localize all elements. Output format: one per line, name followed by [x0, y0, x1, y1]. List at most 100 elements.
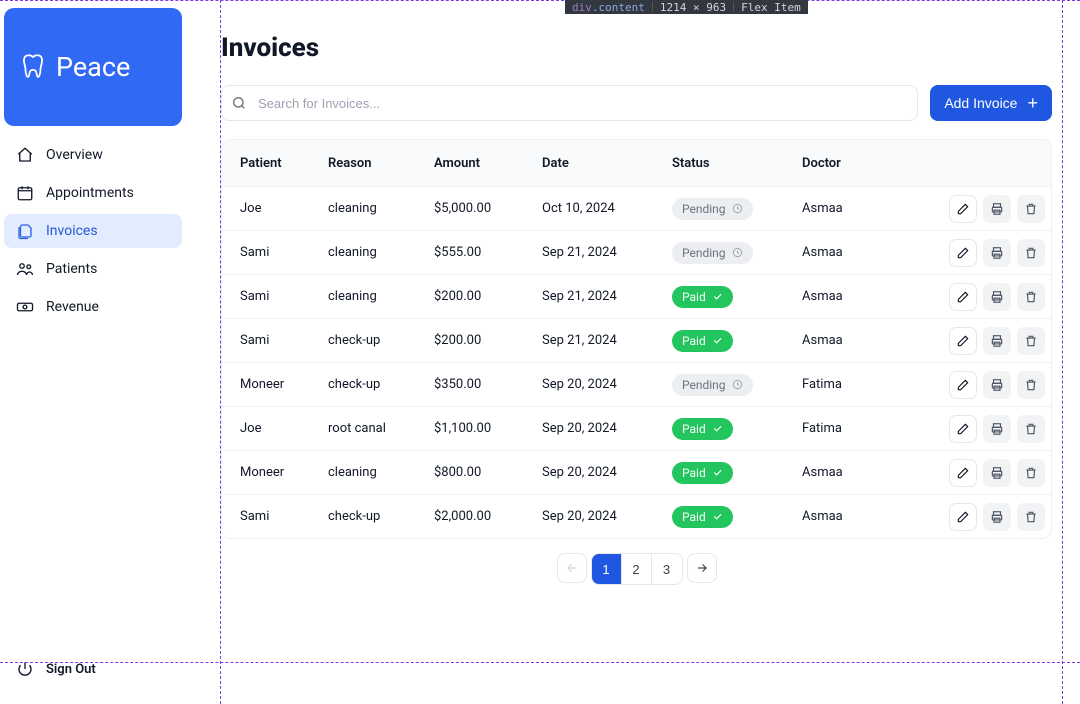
status-label: Paid	[682, 510, 706, 524]
print-button[interactable]	[983, 283, 1011, 311]
sidebar-item-appointments[interactable]: Appointments	[4, 176, 182, 210]
edit-button[interactable]	[949, 239, 977, 267]
brand-logo-card: Peace	[4, 8, 182, 126]
status-badge: Paid	[672, 286, 733, 308]
column-header-date: Date	[542, 156, 672, 171]
delete-button[interactable]	[1017, 459, 1045, 487]
signout-button[interactable]: Sign Out	[4, 654, 108, 684]
cell-patient: Joe	[240, 201, 328, 216]
edit-button[interactable]	[949, 371, 977, 399]
cell-reason: check-up	[328, 509, 434, 524]
cell-doctor: Asmaa	[802, 509, 932, 524]
status-badge: Pending	[672, 374, 753, 396]
status-label: Paid	[682, 334, 706, 348]
pencil-icon	[956, 378, 970, 392]
delete-button[interactable]	[1017, 327, 1045, 355]
cell-date: Sep 21, 2024	[542, 289, 672, 304]
cell-amount: $200.00	[434, 333, 542, 348]
cell-doctor: Asmaa	[802, 201, 932, 216]
status-label: Pending	[682, 202, 726, 216]
edit-button[interactable]	[949, 195, 977, 223]
edit-button[interactable]	[949, 459, 977, 487]
add-invoice-button[interactable]: Add Invoice +	[930, 85, 1052, 121]
delete-button[interactable]	[1017, 195, 1045, 223]
trash-icon	[1024, 466, 1038, 480]
sidebar-item-label: Invoices	[46, 223, 98, 239]
pagination-page[interactable]: 2	[622, 554, 652, 584]
table-row: Moneercheck-up$350.00Sep 20, 2024Pending…	[222, 362, 1051, 406]
sidebar-item-invoices[interactable]: Invoices	[4, 214, 182, 248]
delete-button[interactable]	[1017, 415, 1045, 443]
cell-doctor: Asmaa	[802, 465, 932, 480]
cell-patient: Sami	[240, 509, 328, 524]
calendar-icon	[16, 184, 34, 202]
search-input[interactable]	[221, 85, 918, 121]
pagination-page[interactable]: 3	[652, 554, 682, 584]
page-title: Invoices	[221, 33, 1052, 63]
printer-icon	[990, 290, 1004, 304]
home-icon	[16, 146, 34, 164]
printer-icon	[990, 378, 1004, 392]
pencil-icon	[956, 334, 970, 348]
cell-reason: cleaning	[328, 201, 434, 216]
clock-icon	[732, 379, 743, 390]
status-badge: Paid	[672, 330, 733, 352]
printer-icon	[990, 334, 1004, 348]
trash-icon	[1024, 202, 1038, 216]
cell-status: Pending	[672, 198, 802, 220]
column-header-amount: Amount	[434, 156, 542, 171]
cell-date: Sep 21, 2024	[542, 245, 672, 260]
pagination-prev[interactable]	[557, 553, 587, 583]
status-badge: Paid	[672, 462, 733, 484]
cell-status: Paid	[672, 506, 802, 528]
print-button[interactable]	[983, 459, 1011, 487]
status-label: Paid	[682, 422, 706, 436]
pagination-next[interactable]	[687, 553, 717, 583]
delete-button[interactable]	[1017, 371, 1045, 399]
print-button[interactable]	[983, 503, 1011, 531]
sidebar-item-label: Revenue	[46, 299, 99, 315]
status-label: Paid	[682, 290, 706, 304]
clock-icon	[732, 203, 743, 214]
pagination-page[interactable]: 1	[592, 554, 622, 584]
check-icon	[712, 511, 723, 522]
edit-button[interactable]	[949, 283, 977, 311]
sidebar-item-revenue[interactable]: Revenue	[4, 290, 182, 324]
cell-patient: Joe	[240, 421, 328, 436]
cell-reason: root canal	[328, 421, 434, 436]
cell-doctor: Fatima	[802, 421, 932, 436]
cell-doctor: Asmaa	[802, 245, 932, 260]
pencil-icon	[956, 246, 970, 260]
print-button[interactable]	[983, 239, 1011, 267]
trash-icon	[1024, 378, 1038, 392]
delete-button[interactable]	[1017, 239, 1045, 267]
sidebar-item-patients[interactable]: Patients	[4, 252, 182, 286]
cell-status: Pending	[672, 374, 802, 396]
clock-icon	[732, 247, 743, 258]
users-icon	[16, 260, 34, 278]
status-label: Paid	[682, 466, 706, 480]
print-button[interactable]	[983, 415, 1011, 443]
delete-button[interactable]	[1017, 283, 1045, 311]
print-button[interactable]	[983, 327, 1011, 355]
cell-status: Paid	[672, 330, 802, 352]
check-icon	[712, 335, 723, 346]
edit-button[interactable]	[949, 503, 977, 531]
sidebar-item-overview[interactable]: Overview	[4, 138, 182, 172]
trash-icon	[1024, 290, 1038, 304]
edit-button[interactable]	[949, 415, 977, 443]
printer-icon	[990, 510, 1004, 524]
delete-button[interactable]	[1017, 503, 1045, 531]
cell-patient: Moneer	[240, 465, 328, 480]
print-button[interactable]	[983, 371, 1011, 399]
status-badge: Pending	[672, 242, 753, 264]
trash-icon	[1024, 422, 1038, 436]
table-body: Joecleaning$5,000.00Oct 10, 2024PendingA…	[222, 186, 1051, 538]
brand-name: Peace	[56, 51, 130, 83]
plus-icon: +	[1027, 94, 1038, 112]
arrow-left-icon	[565, 561, 579, 575]
table-row: Moneercleaning$800.00Sep 20, 2024PaidAsm…	[222, 450, 1051, 494]
print-button[interactable]	[983, 195, 1011, 223]
table-header: Patient Reason Amount Date Status Doctor	[222, 140, 1051, 186]
edit-button[interactable]	[949, 327, 977, 355]
